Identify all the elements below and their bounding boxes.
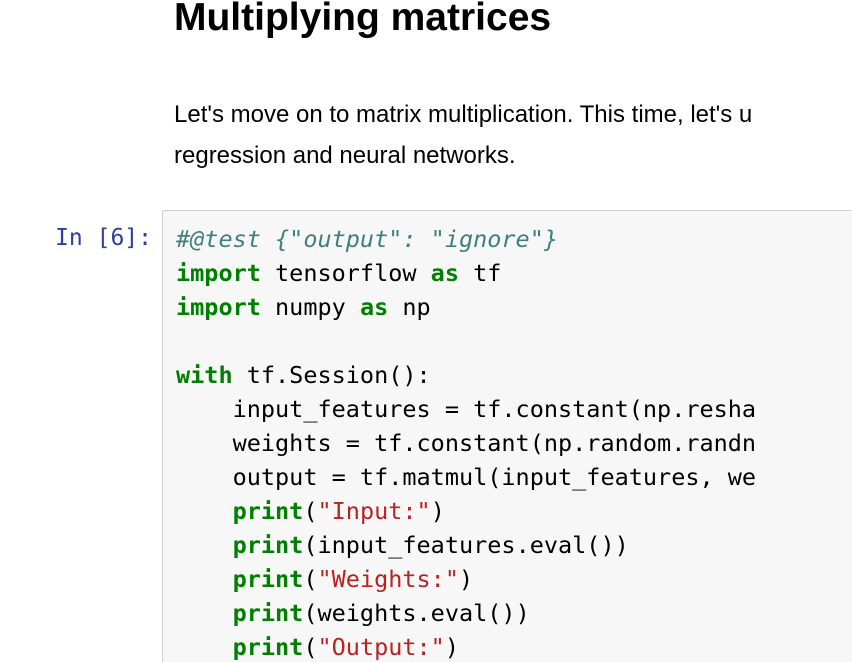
- code-text: (weights.eval()): [303, 599, 530, 627]
- code-keyword: print: [232, 565, 304, 593]
- code-text: (: [303, 565, 318, 593]
- code-keyword: print: [232, 531, 304, 559]
- code-keyword: with: [176, 361, 233, 389]
- code-text: numpy: [260, 293, 360, 321]
- input-prompt: In [6]:: [55, 225, 152, 251]
- section-heading: Multiplying matrices: [174, 0, 552, 39]
- notebook-page: Multiplying matrices Let's move on to ma…: [0, 0, 852, 662]
- code-keyword: print: [232, 599, 304, 627]
- code-line: with tf.Session():: [176, 358, 756, 392]
- code-text: np: [388, 293, 431, 321]
- paragraph-line: Let's move on to matrix multiplication. …: [174, 101, 753, 128]
- code-line: print(weights.eval()): [176, 596, 756, 630]
- code-text: input_features = tf.constant(np.resha: [232, 395, 757, 423]
- code-text: (: [303, 633, 318, 661]
- code-line: #@test {"output": "ignore"}: [176, 222, 756, 256]
- code-line: weights = tf.constant(np.random.randn: [176, 426, 756, 460]
- code-line: import numpy as np: [176, 290, 756, 324]
- code-line: output = tf.matmul(input_features, we: [176, 460, 756, 494]
- code-keyword: import: [176, 259, 261, 287]
- code-editor[interactable]: #@test {"output": "ignore"} import tensor…: [176, 222, 756, 662]
- code-comment: #@test {"output": "ignore"}: [176, 225, 559, 253]
- code-line: print("Weights:"): [176, 562, 756, 596]
- code-string: "Input:": [317, 497, 431, 525]
- code-keyword: print: [232, 633, 304, 661]
- code-line: input_features = tf.constant(np.resha: [176, 392, 756, 426]
- code-text: ): [444, 633, 459, 661]
- code-line: print("Output:"): [176, 630, 756, 662]
- code-text: tensorflow: [260, 259, 431, 287]
- code-keyword: as: [359, 293, 389, 321]
- code-text: tf.Session():: [232, 361, 431, 389]
- code-text: tf: [458, 259, 502, 287]
- code-text: output = tf.matmul(input_features, we: [232, 463, 757, 491]
- code-text: (input_features.eval()): [303, 531, 629, 559]
- code-text: ): [458, 565, 474, 593]
- code-text: ): [430, 497, 445, 525]
- code-keyword: print: [232, 497, 304, 525]
- code-string: "Output:": [317, 633, 445, 661]
- paragraph-line: regression and neural networks.: [174, 142, 516, 169]
- markdown-paragraph: Let's move on to matrix multiplication. …: [174, 94, 852, 176]
- code-text: (: [303, 497, 318, 525]
- code-line: print(input_features.eval()): [176, 528, 756, 562]
- code-line: print("Input:"): [176, 494, 756, 528]
- code-text: weights = tf.constant(np.random.randn: [232, 429, 757, 457]
- code-line: import tensorflow as tf: [176, 256, 756, 290]
- code-keyword: import: [176, 293, 261, 321]
- code-keyword: as: [430, 259, 459, 287]
- code-string: "Weights:": [317, 565, 459, 593]
